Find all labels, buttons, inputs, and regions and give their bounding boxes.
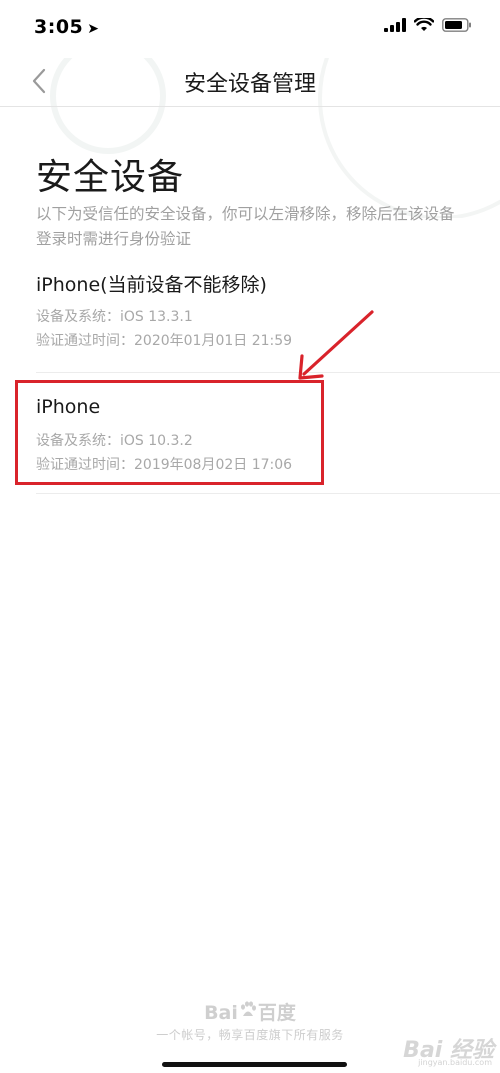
cellular-signal-icon bbox=[384, 18, 406, 32]
app-screen: 3:05 ➤ 安全设备管理 安全设备 以下为受信任的安全设备，你可以左滑移除，移… bbox=[0, 0, 500, 1073]
status-time: 3:05 ➤ bbox=[34, 16, 100, 38]
watermark-url: jingyan.baidu.com bbox=[418, 1058, 492, 1067]
battery-icon bbox=[442, 18, 471, 32]
location-arrow-icon: ➤ bbox=[87, 21, 100, 37]
navigation-bar: 安全设备管理 bbox=[0, 58, 500, 107]
nav-title: 安全设备管理 bbox=[183, 72, 316, 97]
page-description: 以下为受信任的安全设备，你可以左滑移除，移除后在该设备登录时需进行身份验证 bbox=[36, 205, 455, 248]
status-icons bbox=[384, 18, 472, 32]
status-bar: 3:05 ➤ bbox=[0, 0, 500, 58]
device-item-current[interactable]: iPhone(当前设备不能移除) 设备及系统：iOS 13.3.1 验证通过时间… bbox=[0, 268, 500, 368]
baidu-logo: Bai 百度 bbox=[0, 998, 500, 1025]
divider bbox=[36, 372, 500, 373]
wifi-icon bbox=[414, 18, 434, 31]
divider bbox=[36, 493, 500, 494]
page-heading: 安全设备 bbox=[36, 157, 185, 198]
paw-icon bbox=[240, 1001, 256, 1016]
annotation-highlight-box bbox=[15, 380, 324, 485]
status-time-text: 3:05 bbox=[34, 16, 84, 38]
device-verified-time: 验证通过时间：2020年01月01日 21:59 bbox=[36, 333, 293, 349]
home-indicator[interactable] bbox=[162, 1062, 347, 1067]
device-system: 设备及系统：iOS 13.3.1 bbox=[36, 309, 193, 325]
device-name: iPhone(当前设备不能移除) bbox=[36, 274, 267, 296]
annotation-arrow-icon bbox=[298, 310, 374, 380]
logo-text-left: Bai bbox=[204, 1002, 238, 1024]
logo-text-right: 百度 bbox=[257, 1002, 296, 1024]
